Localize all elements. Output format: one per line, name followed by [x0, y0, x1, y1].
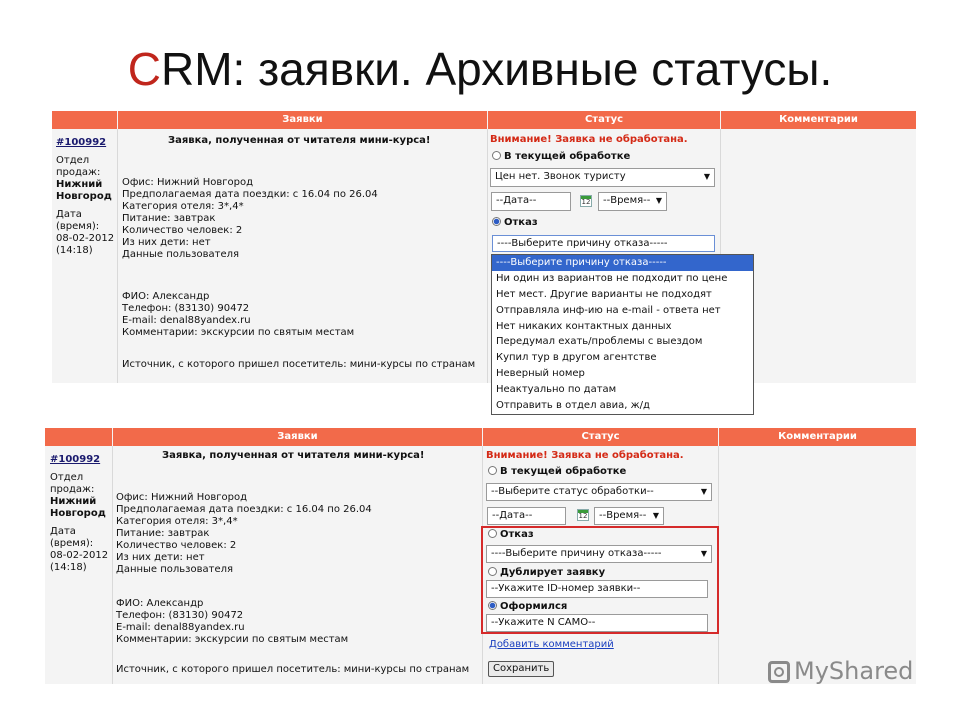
request-info-column: #100992 Отдел продаж: Нижний Новгород Да…: [56, 137, 116, 256]
request-source: Источник, с которого пришел посетитель: …: [116, 664, 470, 675]
slide-title: CRM: заявки. Архивные статусы.: [127, 43, 833, 95]
chevron-down-icon: ▼: [703, 172, 710, 181]
status-warning: Внимание! Заявка не обработана.: [486, 450, 684, 461]
option-item[interactable]: Отправить в отдел авиа, ж/д: [492, 398, 753, 414]
header-requests: Заявки: [118, 111, 487, 129]
add-comment-link[interactable]: Добавить комментарий: [489, 639, 614, 650]
request-details: Офис: Нижний Новгород Предполагаемая дат…: [122, 177, 378, 260]
contact-details: ФИО: Александр Телефон: (83130) 90472 E-…: [116, 598, 349, 645]
calendar-icon[interactable]: 12: [577, 509, 589, 521]
date-input[interactable]: --Дата--: [491, 192, 571, 211]
myshared-logo-icon: [768, 661, 790, 683]
date-input[interactable]: --Дата--: [487, 507, 566, 525]
request-id-link[interactable]: #100992: [50, 454, 112, 466]
option-item[interactable]: Неактуально по датам: [492, 382, 753, 398]
contact-details: ФИО: Александр Телефон: (83130) 90472 E-…: [122, 291, 355, 338]
header-comments: Комментарии: [719, 428, 916, 446]
option-item[interactable]: Купил тур в другом агентстве: [492, 350, 753, 366]
chevron-down-icon: ▼: [700, 487, 707, 496]
in-progress-select[interactable]: --Выберите статус обработки-- ▼: [486, 483, 712, 501]
radio-refusal-icon[interactable]: [492, 217, 501, 226]
request-source: Источник, с которого пришел посетитель: …: [122, 359, 476, 370]
calendar-icon[interactable]: 12: [580, 195, 592, 207]
request-heading: Заявка, полученная от читателя мини-курс…: [162, 450, 425, 461]
chevron-down-icon: ▼: [652, 511, 659, 520]
option-item[interactable]: Передумал ехать/проблемы с выездом: [492, 334, 753, 350]
crm-panel-top: Заявки Статус Комментарии #100992 Отдел …: [52, 111, 916, 383]
refusal-select[interactable]: ----Выберите причину отказа-----: [492, 235, 715, 252]
option-item[interactable]: Нет мест. Другие варианты не подходят: [492, 287, 753, 303]
header-spacer: [52, 111, 117, 129]
header-requests: Заявки: [113, 428, 482, 446]
header-status: Статус: [488, 111, 720, 129]
request-id-link[interactable]: #100992: [56, 137, 116, 149]
refusal-options-list[interactable]: ----Выберите причину отказа----- Ни один…: [491, 254, 754, 415]
radio-in-progress-icon[interactable]: [492, 151, 501, 160]
header-spacer: [45, 428, 112, 446]
time-select[interactable]: --Время-- ▼: [594, 507, 664, 525]
header-status: Статус: [483, 428, 718, 446]
request-info-column: #100992 Отдел продаж: Нижний Новгород Да…: [50, 454, 112, 574]
option-item[interactable]: Неверный номер: [492, 366, 753, 382]
request-details: Офис: Нижний Новгород Предполагаемая дат…: [116, 492, 372, 575]
highlight-frame: [481, 526, 719, 634]
time-select[interactable]: --Время-- ▼: [598, 192, 667, 211]
in-progress-select[interactable]: Цен нет. Звонок туристу ▼: [490, 168, 715, 187]
option-item[interactable]: Отправляла инф-ию на e-mail - ответа нет: [492, 303, 753, 319]
save-button[interactable]: Сохранить: [488, 661, 555, 677]
status-warning: Внимание! Заявка не обработана.: [490, 134, 688, 145]
watermark: MyShared: [768, 657, 913, 685]
header-comments: Комментарии: [721, 111, 916, 129]
request-heading: Заявка, полученная от читателя мини-курс…: [168, 135, 431, 146]
radio-in-progress[interactable]: В текущей обработке: [492, 151, 630, 163]
radio-in-progress[interactable]: В текущей обработке: [488, 466, 626, 478]
option-item[interactable]: ----Выберите причину отказа-----: [492, 255, 753, 271]
radio-in-progress-icon[interactable]: [488, 466, 497, 475]
chevron-down-icon: ▼: [655, 196, 662, 205]
option-item[interactable]: Нет никаких контактных данных: [492, 319, 753, 335]
radio-refusal[interactable]: Отказ: [492, 217, 538, 229]
option-item[interactable]: Ни один из вариантов не подходит по цене: [492, 271, 753, 287]
